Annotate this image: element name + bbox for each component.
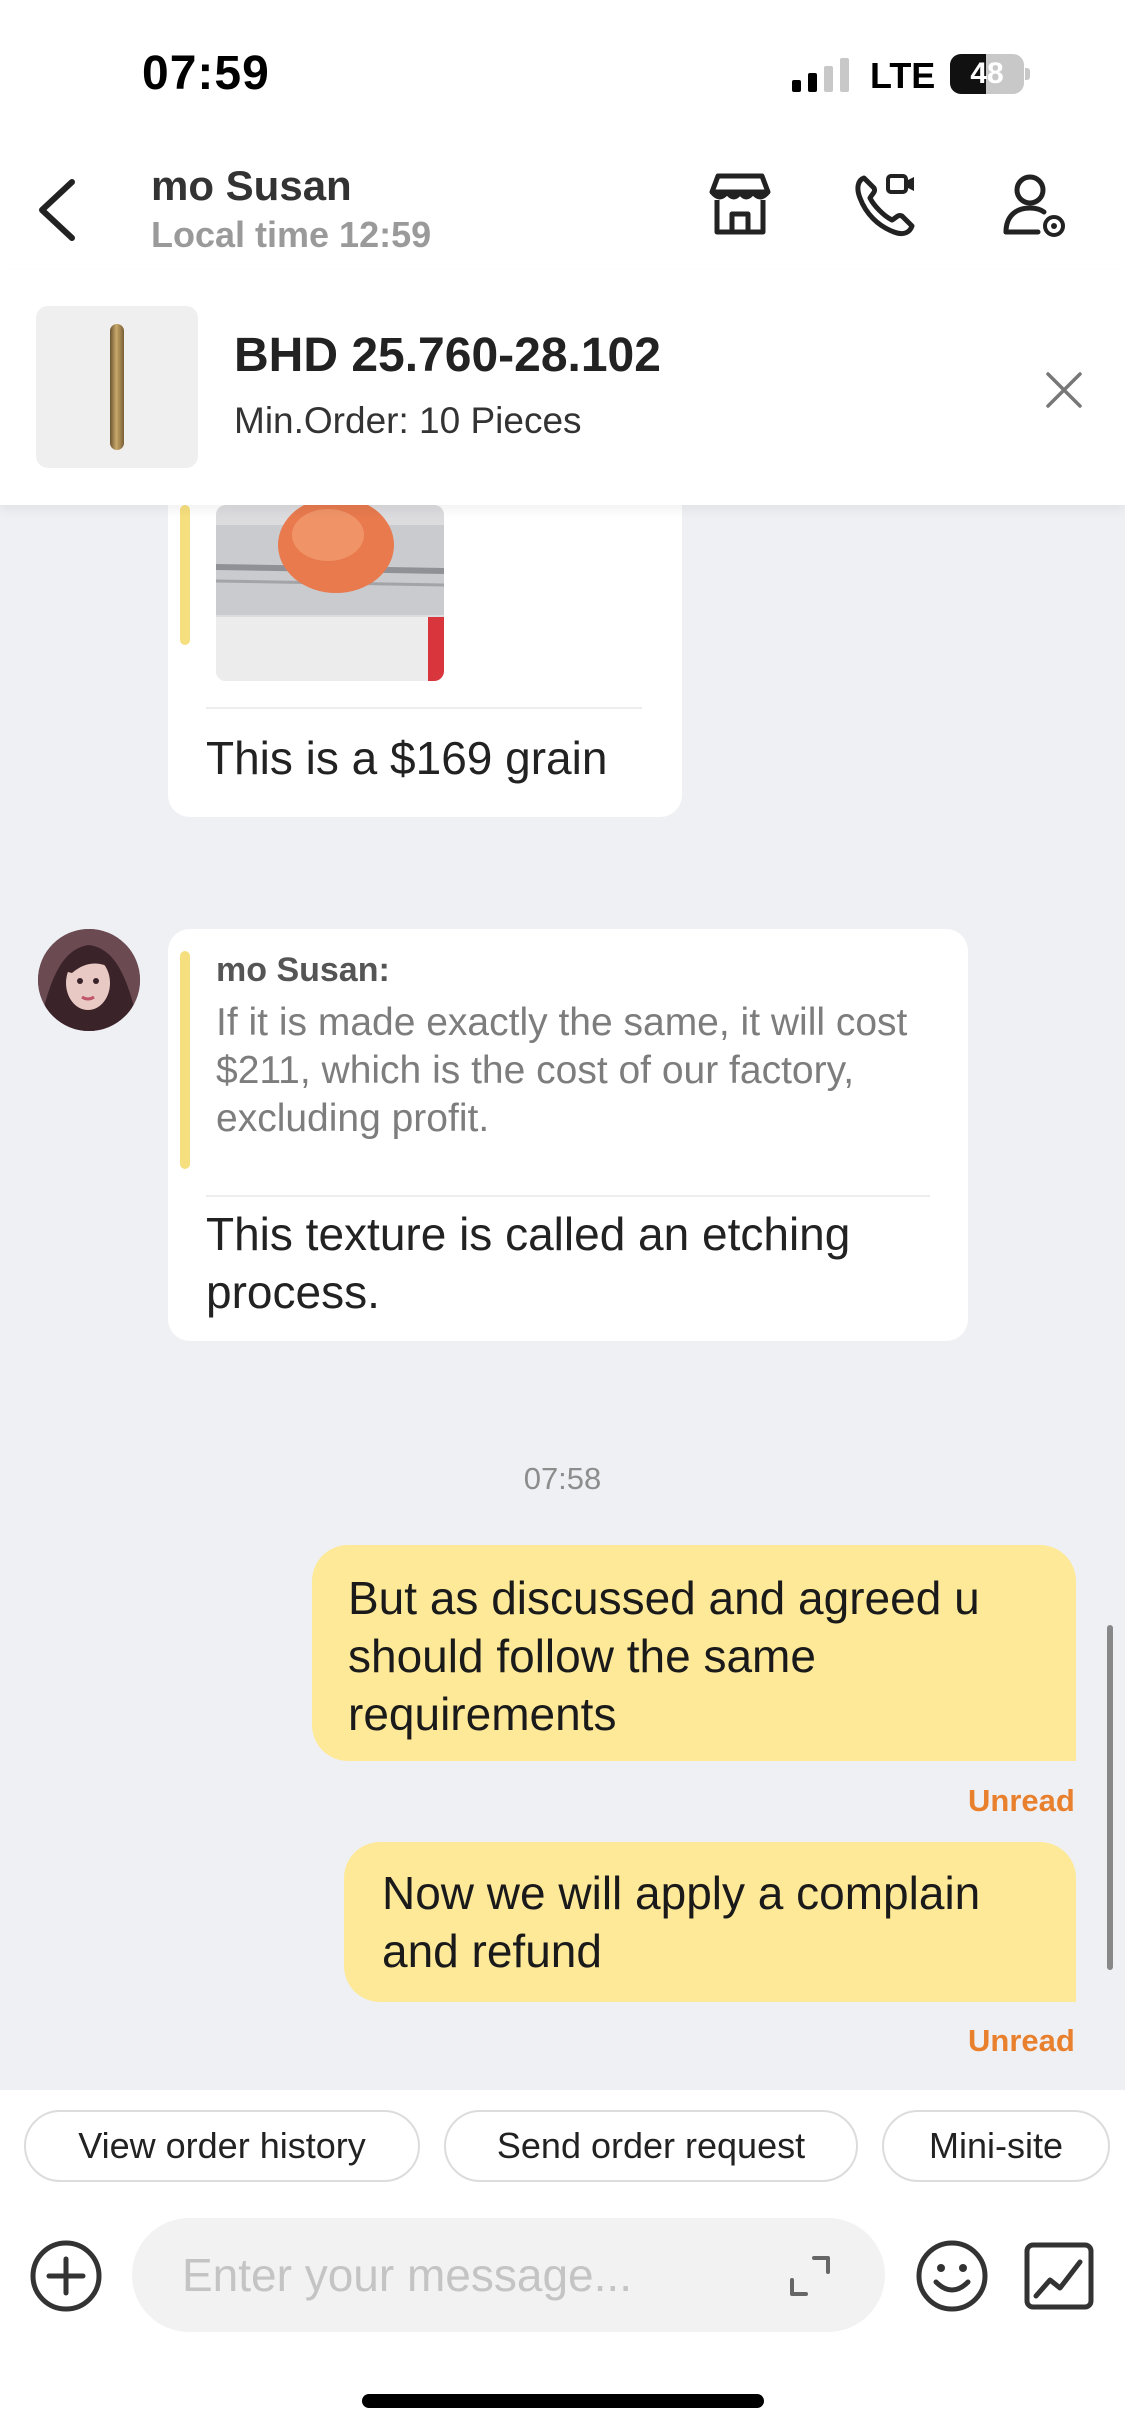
- contact-profile-icon[interactable]: [998, 166, 1074, 242]
- view-order-history-button[interactable]: View order history: [24, 2110, 420, 2182]
- video-call-icon[interactable]: [848, 166, 924, 242]
- close-icon[interactable]: [1040, 366, 1088, 414]
- outgoing-message[interactable]: Now we will apply a complain and refund: [344, 1842, 1076, 2002]
- message-input[interactable]: [182, 2218, 782, 2332]
- battery-level: 48: [970, 57, 1004, 90]
- quick-actions: View order history Send order request Mi…: [0, 2090, 1125, 2200]
- product-card[interactable]: BHD 25.760-28.102 Min.Order: 10 Pieces: [0, 270, 1125, 505]
- signal-icon: [792, 58, 849, 92]
- expand-icon[interactable]: [784, 2250, 836, 2302]
- avatar[interactable]: [38, 929, 140, 1031]
- message-text: But as discussed and agreed u should fol…: [348, 1572, 980, 1740]
- status-time: 07:59: [142, 47, 270, 100]
- read-status: Unread: [968, 2023, 1075, 2058]
- store-icon[interactable]: [702, 166, 778, 242]
- grain-sample-image: [216, 505, 444, 681]
- mini-site-button[interactable]: Mini-site: [882, 2110, 1110, 2182]
- message-text: This texture is called an etching proces…: [206, 1208, 851, 1318]
- local-time: Local time 12:59: [151, 214, 432, 255]
- quote-author: mo Susan:: [216, 951, 390, 989]
- incoming-message[interactable]: mo Susan: If it is made exactly the same…: [168, 929, 968, 1341]
- scrollbar[interactable]: [1107, 1625, 1113, 1970]
- back-icon[interactable]: [28, 170, 88, 250]
- emoji-icon[interactable]: [914, 2238, 990, 2314]
- quote-text: If it is made exactly the same, it will …: [216, 1001, 908, 1140]
- chat-header: mo Susan Local time 12:59: [0, 150, 1125, 270]
- message-timestamp: 07:58: [523, 1461, 602, 1496]
- message-text: This is a $169 grain: [206, 732, 608, 784]
- quoted-image[interactable]: [216, 505, 444, 681]
- contact-name[interactable]: mo Susan: [151, 162, 352, 210]
- product-thumbnail[interactable]: [36, 306, 198, 468]
- battery-icon: 48: [950, 54, 1030, 94]
- incoming-message[interactable]: This is a $169 grain: [168, 505, 682, 817]
- outgoing-message[interactable]: But as discussed and agreed u should fol…: [312, 1545, 1076, 1761]
- message-input-container: [132, 2218, 885, 2332]
- min-order: Min.Order: 10 Pieces: [234, 400, 582, 441]
- chat-thread[interactable]: This is a $169 grain mo Susan: If it is …: [0, 505, 1125, 2090]
- home-indicator[interactable]: [362, 2394, 764, 2408]
- product-price: BHD 25.760-28.102: [234, 329, 661, 382]
- status-bar: 07:59 LTE 48: [0, 0, 1125, 150]
- plus-icon[interactable]: [28, 2238, 104, 2314]
- message-text: Now we will apply a complain and refund: [382, 1867, 981, 1977]
- send-order-request-button[interactable]: Send order request: [444, 2110, 858, 2182]
- read-status: Unread: [968, 1783, 1075, 1818]
- image-icon[interactable]: [1022, 2240, 1096, 2312]
- network-label: LTE: [870, 55, 936, 96]
